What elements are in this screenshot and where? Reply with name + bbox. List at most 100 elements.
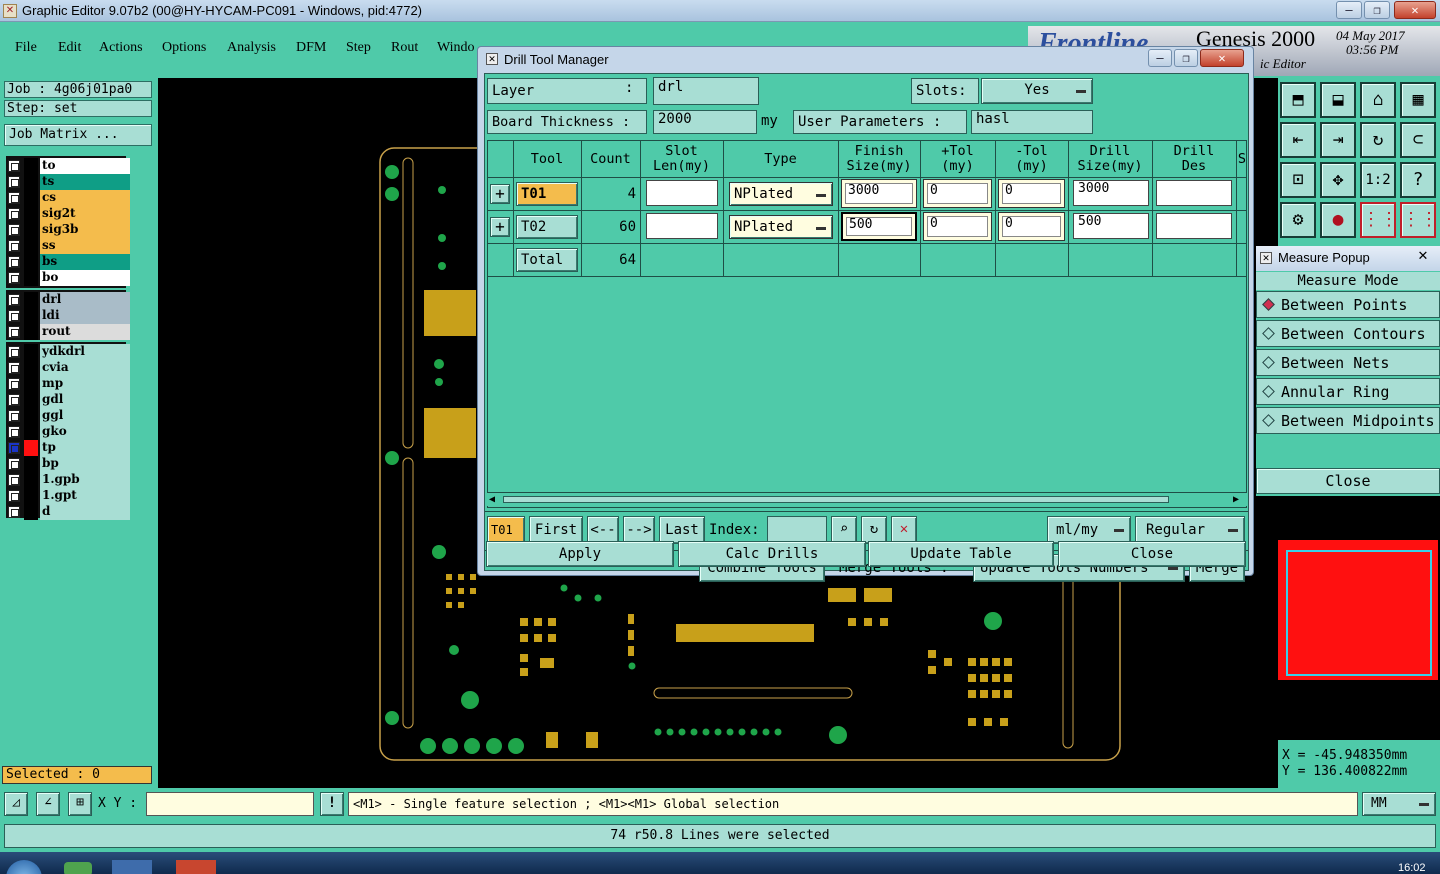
delete-icon[interactable]: ✕ — [891, 516, 917, 544]
prev-button[interactable]: <-- — [587, 516, 619, 544]
layer-checkbox[interactable] — [8, 362, 20, 374]
measure-option-between-midpoints[interactable]: Between Midpoints — [1256, 407, 1440, 434]
menu-window[interactable]: Windo — [437, 40, 475, 56]
layer-input[interactable]: drl — [653, 77, 759, 105]
first-button[interactable]: First — [529, 516, 583, 544]
menu-dfm[interactable]: DFM — [296, 40, 326, 56]
job-matrix-button[interactable]: Job Matrix ... — [4, 124, 152, 146]
angle-icon[interactable]: ∠ — [36, 792, 60, 816]
warning-icon[interactable]: ! — [320, 792, 344, 816]
layer-checkbox[interactable] — [8, 346, 20, 358]
layer-checkbox[interactable] — [8, 272, 20, 284]
tool-pan-left-icon[interactable]: ⇤ — [1280, 122, 1316, 158]
tool-rotate-icon[interactable]: ↻ — [1360, 122, 1396, 158]
layer-checkbox[interactable] — [8, 294, 20, 306]
layer-row-gko[interactable]: gko — [8, 424, 130, 440]
layer-row-bs[interactable]: bs — [8, 254, 130, 270]
board-thickness-input[interactable]: 2000 — [653, 110, 757, 134]
taskbar-app-icon[interactable] — [112, 860, 152, 874]
layer-row-1-gpb[interactable]: 1.gpb — [8, 472, 130, 488]
maximize-button[interactable]: ❐ — [1364, 1, 1390, 19]
layer-checkbox[interactable] — [8, 208, 20, 220]
expand-t02-button[interactable]: + — [490, 217, 510, 237]
layer-checkbox[interactable] — [8, 224, 20, 236]
table-hscrollbar[interactable]: ◀ ▶ — [487, 492, 1247, 506]
layer-row-ggl[interactable]: ggl — [8, 408, 130, 424]
t01-type-select[interactable]: NPlated — [729, 182, 833, 206]
t02-finish-input[interactable]: 500 — [846, 217, 912, 236]
select-mode-icon[interactable]: ◿ — [4, 792, 28, 816]
index-input[interactable] — [767, 516, 827, 544]
t01-minus-tol-input[interactable]: 0 — [1002, 183, 1061, 204]
dtm-maximize-button[interactable]: ❐ — [1174, 49, 1198, 67]
scroll-thumb[interactable] — [503, 496, 1169, 503]
tool-help-icon[interactable]: ? — [1400, 162, 1436, 198]
next-button[interactable]: --> — [623, 516, 655, 544]
layer-row-1-gpt[interactable]: 1.gpt — [8, 488, 130, 504]
tool-snap-icon[interactable]: ⊂ — [1400, 122, 1436, 158]
t01-plus-tol-input[interactable]: 0 — [927, 183, 988, 204]
layer-row-bo[interactable]: bo — [8, 270, 130, 286]
layer-row-ss[interactable]: ss — [8, 238, 130, 254]
layer-checkbox[interactable] — [8, 426, 20, 438]
close-window-button[interactable]: ✕ — [1394, 1, 1436, 19]
grid-icon[interactable]: ⊞ — [68, 792, 92, 816]
dtm-close-window-button[interactable]: ✕ — [1200, 49, 1244, 67]
units-mm-select[interactable]: MM — [1362, 792, 1436, 816]
user-parameters-input[interactable]: hasl — [971, 110, 1093, 134]
layer-row-cvia[interactable]: cvia — [8, 360, 130, 376]
slots-select[interactable]: Yes — [981, 78, 1093, 104]
start-button-icon[interactable] — [6, 860, 42, 874]
measure-option-between-points[interactable]: Between Points — [1256, 291, 1440, 318]
search-icon[interactable]: ⌕ — [831, 516, 857, 544]
layer-row-rout[interactable]: rout — [8, 324, 130, 340]
layer-checkbox[interactable] — [8, 490, 20, 502]
xy-input[interactable] — [146, 792, 314, 816]
tool-zoom-down-icon[interactable]: ⬓ — [1320, 82, 1356, 118]
menu-actions[interactable]: Actions — [99, 40, 143, 56]
menu-file[interactable]: File — [15, 40, 37, 56]
refresh-icon[interactable]: ↻ — [861, 516, 887, 544]
tool-measure-icon[interactable]: ⚙ — [1280, 202, 1316, 238]
layer-checkbox[interactable] — [8, 310, 20, 322]
measure-close-icon[interactable]: ✕ — [1412, 248, 1434, 266]
tool-fit-icon[interactable]: ⊡ — [1280, 162, 1316, 198]
measure-option-between-nets[interactable]: Between Nets — [1256, 349, 1440, 376]
menu-edit[interactable]: Edit — [58, 40, 81, 56]
layer-row-sig2t[interactable]: sig2t — [8, 206, 130, 222]
layer-row-to[interactable]: to — [8, 158, 130, 174]
apply-button[interactable]: Apply — [486, 541, 674, 567]
dtm-close-button[interactable]: Close — [1058, 541, 1246, 567]
tool-layers-icon[interactable]: ⋮⋮ — [1360, 202, 1398, 238]
minimize-button[interactable]: — — [1336, 1, 1362, 19]
menu-analysis[interactable]: Analysis — [227, 40, 276, 56]
t02-plus-tol-input[interactable]: 0 — [927, 216, 988, 237]
units-select[interactable]: ml/my — [1047, 516, 1131, 544]
layer-row-drl[interactable]: drl — [8, 292, 130, 308]
update-table-button[interactable]: Update Table — [868, 541, 1054, 567]
layer-checkbox[interactable] — [8, 474, 20, 486]
layer-checkbox[interactable] — [8, 410, 20, 422]
last-button[interactable]: Last — [659, 516, 705, 544]
tool-pan-right-icon[interactable]: ⇥ — [1320, 122, 1356, 158]
scroll-left-icon[interactable]: ◀ — [489, 494, 495, 505]
tool-layers2-icon[interactable]: ⋮⋮ — [1400, 202, 1438, 238]
t02-minus-tol-input[interactable]: 0 — [1002, 216, 1061, 237]
layer-checkbox[interactable] — [8, 192, 20, 204]
t02-slot-len-input[interactable] — [646, 213, 718, 239]
layer-checkbox[interactable] — [8, 442, 20, 454]
tool-probe-icon[interactable]: ● — [1320, 202, 1356, 238]
layer-checkbox[interactable] — [8, 394, 20, 406]
layer-row-mp[interactable]: mp — [8, 376, 130, 392]
layer-checkbox[interactable] — [8, 240, 20, 252]
expand-t01-button[interactable]: + — [490, 184, 510, 204]
t02-drill-size-input[interactable]: 500 — [1073, 213, 1149, 239]
layer-row-d[interactable]: d — [8, 504, 130, 520]
t01-drill-des-input[interactable] — [1156, 180, 1232, 206]
taskbar-app-icon[interactable] — [176, 860, 216, 874]
t02-drill-des-input[interactable] — [1156, 213, 1232, 239]
tool-home-icon[interactable]: ⌂ — [1360, 82, 1396, 118]
layer-checkbox[interactable] — [8, 506, 20, 518]
layer-row-gdl[interactable]: gdl — [8, 392, 130, 408]
t01-finish-input[interactable]: 3000 — [845, 183, 913, 204]
